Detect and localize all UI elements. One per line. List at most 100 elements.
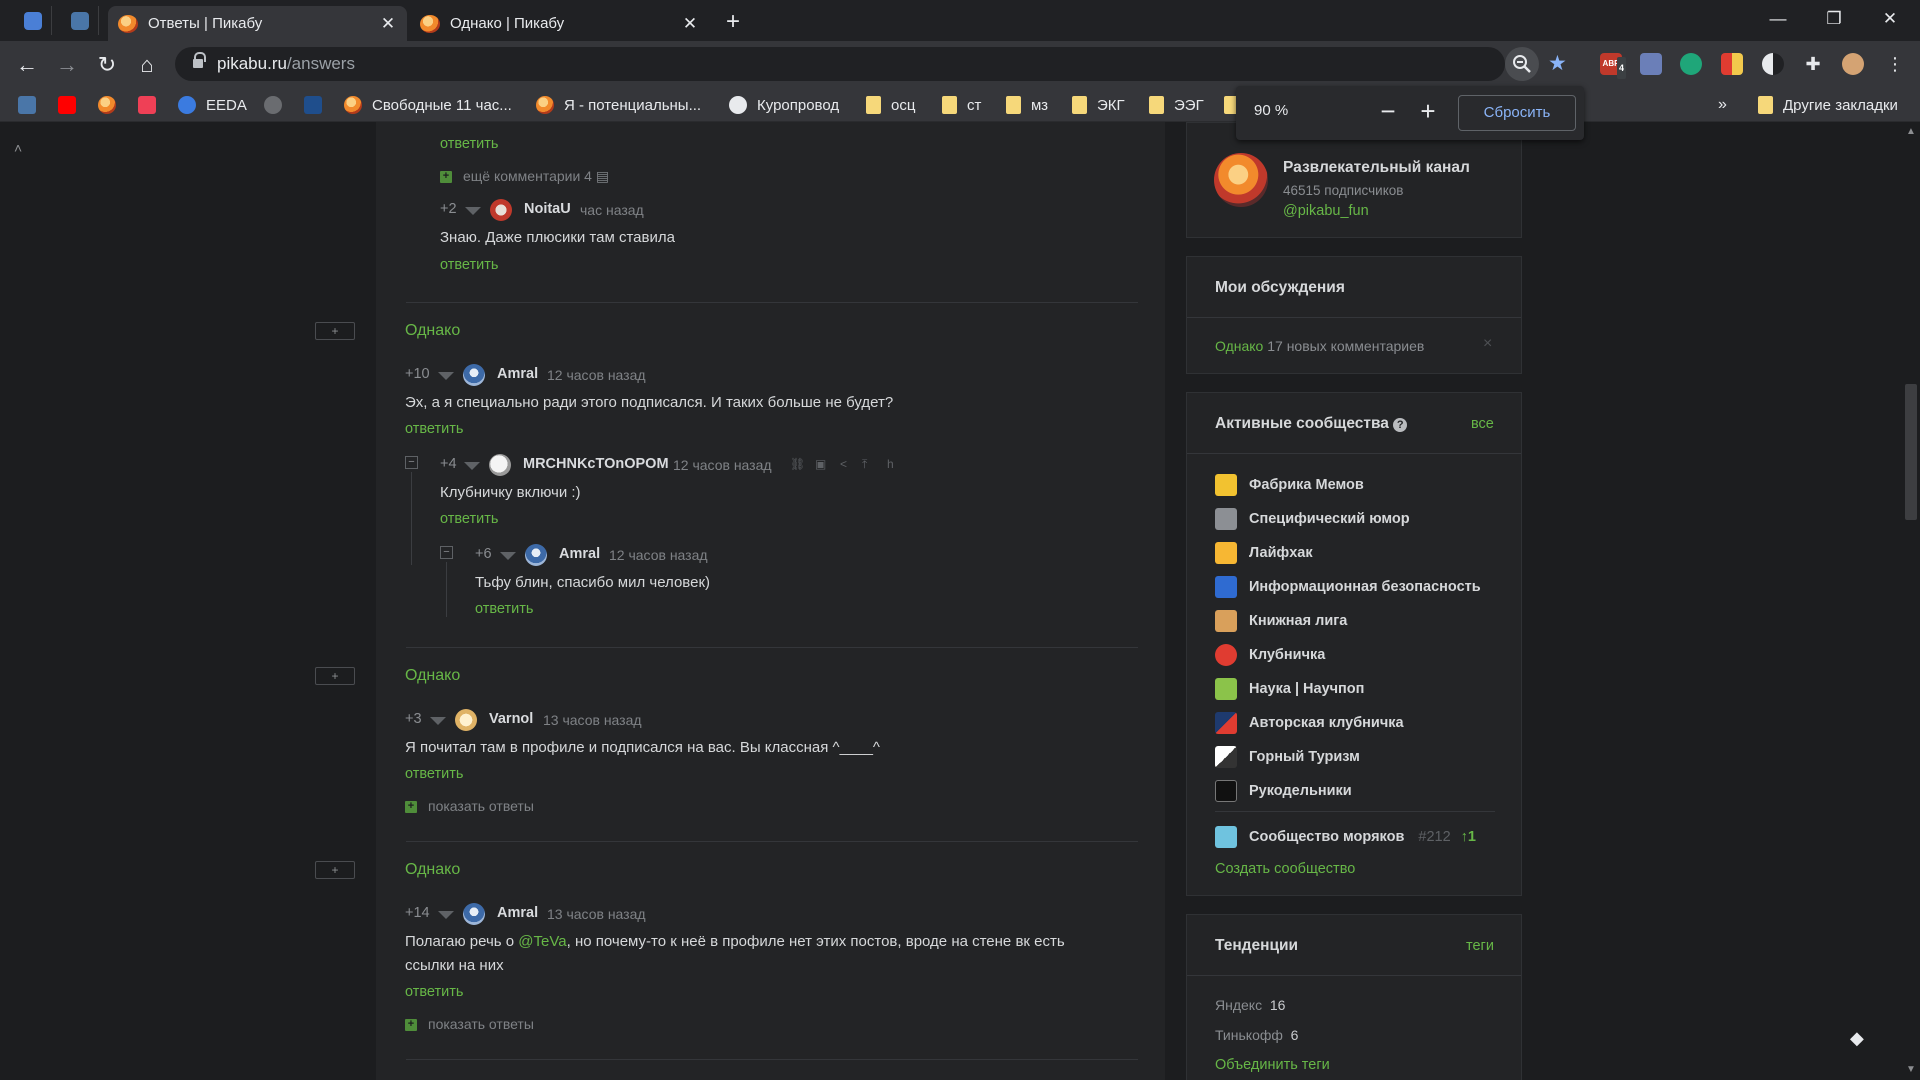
community-featured[interactable]: Сообщество моряков #212 ↑1	[1215, 826, 1476, 848]
minimize-button[interactable]: —	[1750, 0, 1806, 40]
community-item[interactable]: Рукодельники	[1215, 780, 1352, 802]
avatar[interactable]	[525, 544, 547, 566]
all-communities-link[interactable]: все	[1471, 416, 1494, 432]
create-community-link[interactable]: Создать сообщество	[1215, 861, 1355, 877]
scroll-thumb[interactable]	[1905, 384, 1917, 520]
zoom-icon[interactable]	[1505, 47, 1539, 81]
menu-kebab-icon[interactable]: ⋮	[1884, 53, 1906, 75]
comment-time[interactable]: час назад	[580, 202, 644, 218]
downvote-icon[interactable]	[465, 207, 481, 215]
comment-author[interactable]: Amral	[497, 905, 538, 921]
comment-author[interactable]: Amral	[559, 546, 600, 562]
bookmark-potentsialny[interactable]: Я - потенциальны...	[536, 94, 701, 116]
channel-name[interactable]: Развлекательный канал	[1283, 159, 1470, 177]
tab-odnako[interactable]: Однако | Пикабу ✕	[410, 6, 709, 41]
downvote-icon[interactable]	[438, 911, 454, 919]
adblock-icon[interactable]: ABP 4	[1600, 53, 1626, 79]
community-item[interactable]: Авторская клубничка	[1215, 712, 1404, 734]
bookmark-folder-osc[interactable]: осц	[866, 94, 915, 116]
collapse-thread-icon[interactable]: −	[405, 456, 418, 469]
avatar[interactable]	[455, 709, 477, 731]
bookmark-pocket[interactable]	[138, 94, 166, 116]
bookmark-red-icon[interactable]	[1721, 53, 1743, 75]
scrollbar[interactable]: ▲ ▼	[1902, 122, 1920, 1080]
reply-link[interactable]: ответить	[440, 136, 498, 152]
tab-answers[interactable]: Ответы | Пикабу ✕	[108, 6, 407, 41]
post-title-link[interactable]: Однако	[405, 322, 460, 340]
restore-button[interactable]: ❐	[1806, 0, 1862, 40]
comment-author[interactable]: Amral	[497, 366, 538, 382]
bookmark-folder-mz[interactable]: мз	[1006, 94, 1048, 116]
expand-icon[interactable]: +	[405, 801, 417, 813]
community-item[interactable]: Горный Туризм	[1215, 746, 1360, 768]
bookmark-eeda[interactable]: EEDA	[178, 94, 247, 116]
comment-time[interactable]: 12 часов назад	[547, 367, 646, 383]
reply-link[interactable]: ответить	[440, 257, 498, 273]
comment-author[interactable]: NoitaU	[524, 201, 571, 217]
show-replies-link[interactable]: показать ответы	[428, 1016, 534, 1032]
bookmark-other[interactable]: Другие закладки	[1758, 94, 1898, 116]
expand-icon[interactable]: +	[405, 1019, 417, 1031]
show-replies-link[interactable]: показать ответы	[428, 798, 534, 814]
bookmark-youtube[interactable]	[58, 94, 86, 116]
expand-post-button[interactable]: +	[315, 322, 355, 340]
reply-link[interactable]: ответить	[405, 984, 463, 1000]
save-icon[interactable]: ▣	[815, 457, 826, 471]
more-bookmarks-button[interactable]: »	[1718, 94, 1727, 116]
comment-author[interactable]: MRCHNKcTOnOPOM	[523, 456, 669, 472]
mention-link[interactable]: @TeVa	[518, 933, 566, 950]
close-window-button[interactable]: ✕	[1862, 0, 1918, 40]
avatar[interactable]	[489, 454, 511, 476]
community-item[interactable]: Книжная лига	[1215, 610, 1347, 632]
profile-avatar[interactable]	[1842, 53, 1864, 75]
avatar[interactable]	[463, 364, 485, 386]
expand-post-button[interactable]: +	[315, 667, 355, 685]
bookmark-pikabu[interactable]	[98, 94, 126, 116]
collapse-thread-icon[interactable]: −	[440, 546, 453, 559]
comment-time[interactable]: 13 часов назад	[547, 906, 646, 922]
downvote-icon[interactable]	[500, 552, 516, 560]
scroll-up-icon[interactable]: ˄	[14, 140, 22, 156]
zoom-reset-button[interactable]: Сбросить	[1458, 95, 1576, 131]
comment-author[interactable]: Varnol	[489, 711, 533, 727]
avatar[interactable]	[463, 903, 485, 925]
reply-link[interactable]: ответить	[405, 421, 463, 437]
downvote-icon[interactable]	[430, 717, 446, 725]
back-button[interactable]: ←	[12, 50, 42, 80]
post-title-link[interactable]: Однако	[405, 667, 460, 685]
bookmark-folder-st[interactable]: ст	[942, 94, 981, 116]
bookmark-star-icon[interactable]: ★	[1548, 51, 1567, 76]
community-item[interactable]: Лайфхак	[1215, 542, 1313, 564]
channel-avatar[interactable]	[1214, 153, 1268, 207]
scroll-up-arrow-icon[interactable]: ▲	[1906, 126, 1916, 137]
pinned-tab-vk[interactable]	[61, 6, 99, 35]
pinned-tab-messages[interactable]	[14, 6, 52, 35]
address-bar[interactable]: pikabu.ru/answers	[175, 47, 1505, 81]
zoom-out-button[interactable]: −	[1372, 96, 1404, 128]
more-comments-link[interactable]: ещё комментарии 4 ▤	[463, 168, 609, 185]
tags-link[interactable]: теги	[1466, 938, 1494, 954]
home-button[interactable]: ⌂	[132, 50, 162, 80]
community-item[interactable]: Клубничка	[1215, 644, 1325, 666]
downvote-icon[interactable]	[464, 462, 480, 470]
theme-paint-icon[interactable]: ◆	[1850, 1028, 1872, 1050]
reply-link[interactable]: ответить	[440, 511, 498, 527]
expand-post-button[interactable]: +	[315, 861, 355, 879]
link-icon[interactable]: ⛓	[790, 457, 805, 471]
extension-green-icon[interactable]	[1680, 53, 1702, 75]
close-icon[interactable]: ×	[1483, 335, 1492, 353]
close-tab-icon[interactable]: ✕	[681, 14, 699, 33]
zoom-in-button[interactable]: +	[1412, 96, 1444, 128]
community-item[interactable]: Наука | Научпоп	[1215, 678, 1364, 700]
bookmark-dropbox[interactable]	[304, 94, 332, 116]
mail-icon[interactable]	[1640, 53, 1662, 75]
comment-time[interactable]: 13 часов назад	[543, 712, 642, 728]
bookmark-svobodnye[interactable]: Свободные 11 час...	[344, 94, 512, 116]
bookmark-kuroprovod[interactable]: Куропровод	[729, 94, 839, 116]
close-tab-icon[interactable]: ✕	[379, 14, 397, 33]
channel-handle-link[interactable]: @pikabu_fun	[1283, 203, 1369, 219]
reload-button[interactable]: ↻	[92, 50, 122, 80]
reply-link[interactable]: ответить	[405, 766, 463, 782]
avatar[interactable]	[490, 199, 512, 221]
forward-button[interactable]: →	[52, 50, 82, 80]
